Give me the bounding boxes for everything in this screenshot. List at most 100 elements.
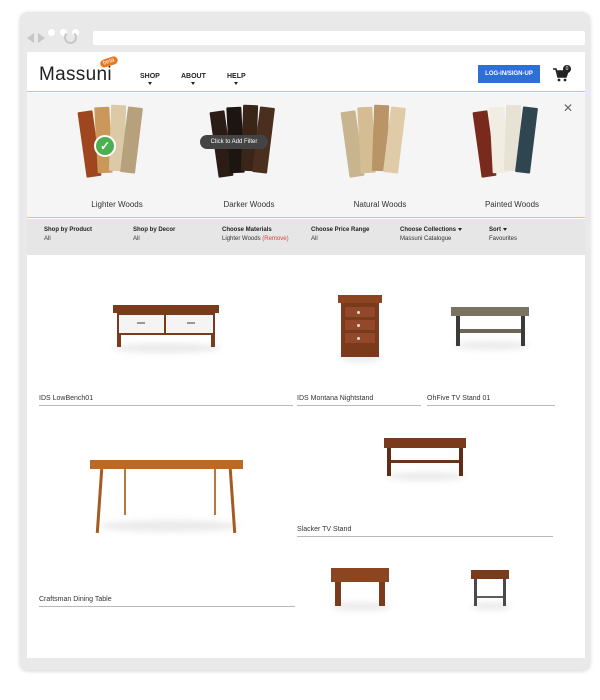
nav-about-label: ABOUT [181,73,206,80]
product-image-side-table[interactable] [471,570,511,610]
bench-handle [187,322,195,324]
side-table-leg [503,579,506,606]
filter-title: Shop by Product [44,227,92,233]
stand-leg [459,448,463,476]
filter-shop-by-decor[interactable]: Shop by Decor All [133,227,175,242]
table-top [90,460,243,469]
close-icon[interactable]: ✕ [563,101,573,115]
filter-title: Sort [489,227,517,233]
material-filter-panel: ✕ ✓ Lighter Woods Darker Woods Click to … [27,93,585,218]
filter-title: Choose Price Range [311,227,370,233]
bench-divider [164,313,166,335]
stand-top [451,307,529,316]
product-image-slacker-tv-stand[interactable] [384,438,467,481]
history-nav [27,33,45,43]
bench-top [113,305,219,313]
login-signup-button[interactable]: LOG-IN/SIGN-UP [478,65,540,83]
chevron-down-icon [147,82,152,85]
bench-handle [137,322,145,324]
chevron-down-icon [234,82,239,85]
filter-title-text: Choose Collections [400,227,457,233]
swatch-label: Painted Woods [484,200,540,209]
product-title[interactable]: IDS Montana Nightstand [297,395,421,406]
filter-title: Choose Materials [222,227,272,233]
shadow [113,343,221,353]
filter-choose-collections[interactable]: Choose Collections Massuni Catalogue [400,227,463,242]
nav-shop[interactable]: SHOP [140,73,160,85]
nav-about[interactable]: ABOUT [181,73,206,85]
swatch-label: Darker Woods [223,200,275,209]
shadow [453,341,529,350]
product-image-end-table[interactable] [331,568,391,611]
filter-choose-materials[interactable]: Choose Materials Lighter Woods (Remove) [222,227,289,242]
remove-filter-link[interactable]: (Remove) [262,236,288,242]
bench-leg [211,335,215,347]
reload-icon[interactable] [64,31,77,44]
table-leg [124,469,126,515]
product-title[interactable]: IDS LowBench01 [39,395,293,406]
page: Massuni beta SHOP ABOUT HELP LOG-IN/SIGN… [27,52,585,658]
end-table-leg [379,582,385,606]
filter-title: Choose Collections [400,227,463,233]
chevron-down-icon [191,82,196,85]
product-image-dining-table[interactable] [90,460,243,534]
stand-leg [387,448,391,476]
filter-value-text: Lighter Woods [222,236,261,242]
bench-drawers [117,313,215,335]
product-image-bench[interactable] [113,305,221,353]
product-grid: IDS LowBench01 IDS Montana Nightstand Oh… [27,255,585,658]
stand-top [384,438,466,448]
filter-choose-price-range[interactable]: Choose Price Range All [311,227,369,242]
stand-shelf [390,460,460,463]
product-image-ohfive-tv-stand[interactable] [451,307,531,350]
nightstand-top [338,295,382,303]
stand-shelf [457,329,523,333]
product-image-nightstand[interactable] [338,295,382,362]
filter-value: All [44,236,51,242]
site-header: Massuni beta SHOP ABOUT HELP LOG-IN/SIGN… [27,52,585,92]
filter-bar: Shop by Product All Shop by Decor All Ch… [27,219,585,255]
knob [357,311,360,314]
forward-icon[interactable] [38,33,45,43]
filter-value: All [311,236,318,242]
add-filter-tooltip: Click to Add Filter [200,135,268,149]
bench-leg [117,335,121,347]
filter-value: All [133,236,140,242]
side-table-leg [474,579,477,606]
filter-shop-by-product[interactable]: Shop by Product All [44,227,92,242]
knob [357,324,360,327]
site-logo[interactable]: Massuni [39,64,112,86]
nightstand-drawer [345,307,375,317]
swatch-label: Lighter Woods [91,200,143,209]
nav-shop-label: SHOP [140,73,160,80]
product-title[interactable]: Craftsman Dining Table [39,596,295,607]
nightstand-drawer [345,333,375,343]
shadow [386,472,466,481]
side-table-stretcher [477,596,503,598]
side-table-top [471,570,509,579]
swatch-label: Natural Woods [353,200,407,209]
table-leg [214,469,216,515]
nav-help-label: HELP [227,73,246,80]
chevron-down-icon [458,227,463,231]
cart-count-badge: 0 [563,65,571,73]
back-icon[interactable] [27,33,34,43]
filter-title: Shop by Decor [133,227,176,233]
product-title[interactable]: Slacker TV Stand [297,526,553,537]
shadow [100,520,240,532]
knob [357,337,360,340]
end-table-top [331,568,389,582]
product-title[interactable]: OhFive TV Stand 01 [427,395,555,406]
sort-dropdown[interactable]: Sort Favourites [489,227,517,242]
window-dot[interactable] [48,29,55,36]
stand-leg [456,316,460,346]
filter-value: Favourites [489,236,518,242]
check-icon: ✓ [94,135,116,157]
filter-value: Massuni Catalogue [400,236,452,242]
address-bar[interactable] [93,31,585,45]
nav-help[interactable]: HELP [227,73,246,85]
stand-leg [521,316,525,346]
end-table-leg [335,582,341,606]
nightstand-drawer [345,320,375,330]
filter-value: Lighter Woods (Remove) [222,236,289,242]
